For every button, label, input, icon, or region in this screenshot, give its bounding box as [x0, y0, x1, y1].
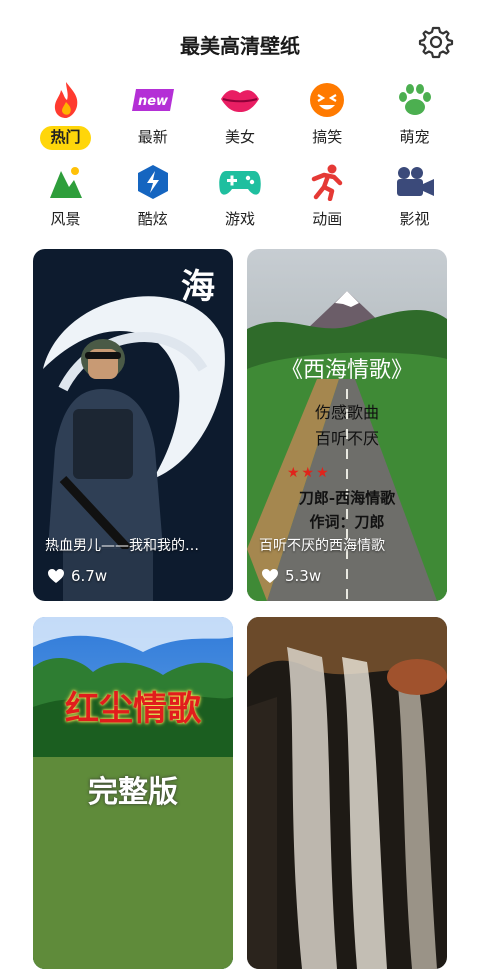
- category-funny[interactable]: 搞笑: [284, 80, 371, 162]
- category-label: 游戏: [224, 210, 255, 228]
- category-label: 热门: [40, 126, 91, 150]
- category-label: 动画: [312, 210, 343, 228]
- category-scenery[interactable]: 风景: [22, 162, 109, 244]
- wallpaper-card[interactable]: 《西海情歌》 伤感歌曲 百听不厌 ★★★ 刀郎-西海情歌 作词：刀郎 百听不厌的…: [247, 249, 447, 601]
- wallpaper-card[interactable]: 红尘情歌 完整版: [33, 617, 233, 969]
- gamepad-icon: [219, 171, 261, 195]
- category-beauty[interactable]: 美女: [197, 80, 284, 162]
- category-label: 酷炫: [137, 210, 168, 228]
- category-games[interactable]: 游戏: [197, 162, 284, 244]
- category-label: 影视: [399, 210, 430, 228]
- poster-line: 伤感歌曲: [314, 403, 379, 422]
- paw-icon: [398, 84, 431, 115]
- heart-icon: [262, 569, 278, 583]
- like-count-value: 6.7w: [71, 567, 108, 585]
- settings-button[interactable]: [418, 24, 454, 60]
- wallpaper-card[interactable]: 海 热血男儿——我和我的… 6.7w: [33, 249, 233, 601]
- badge-text: new: [138, 94, 169, 109]
- like-count: 5.3w: [261, 567, 321, 585]
- category-label: 萌宠: [399, 128, 430, 146]
- category-hot[interactable]: 热门: [22, 80, 109, 162]
- poster-title: 红尘情歌: [65, 689, 201, 729]
- flame-icon: [54, 82, 77, 118]
- wallpaper-image: [247, 617, 447, 969]
- poster-line: 刀郎-西海情歌: [298, 489, 396, 507]
- category-grid: 热门 new 最新 美女 搞笑 萌宠 风景 酷炫 游戏 动画 影视: [22, 80, 458, 244]
- category-film[interactable]: 影视: [371, 162, 458, 244]
- poster-text: 海: [181, 267, 215, 307]
- poster-line: 百听不厌: [314, 429, 379, 448]
- movie-camera-icon: [396, 167, 434, 196]
- poster-title: 《西海情歌》: [280, 358, 413, 383]
- like-count: 6.7w: [47, 567, 107, 585]
- category-label: 风景: [50, 210, 81, 228]
- lightning-icon: [137, 165, 168, 199]
- decorative-stars: ★★★: [287, 465, 331, 481]
- landscape-icon: [49, 167, 82, 198]
- category-cool[interactable]: 酷炫: [109, 162, 196, 244]
- category-new[interactable]: new 最新: [109, 80, 196, 162]
- laughing-face-icon: [310, 83, 345, 117]
- wallpaper-card[interactable]: [247, 617, 447, 969]
- running-person-icon: [312, 164, 343, 201]
- category-animation[interactable]: 动画: [284, 162, 371, 244]
- gear-icon: [418, 26, 454, 59]
- category-label: 美女: [224, 128, 255, 146]
- poster-line: 作词：刀郎: [309, 513, 385, 531]
- poster-subtitle: 完整版: [88, 775, 178, 810]
- new-badge-icon: new: [131, 89, 174, 111]
- card-caption: 百听不厌的西海情歌: [259, 538, 385, 554]
- category-label: 搞笑: [312, 128, 343, 146]
- like-count-value: 5.3w: [285, 567, 322, 585]
- category-label: 最新: [137, 128, 168, 146]
- heart-icon: [48, 569, 64, 583]
- header: 最美高清壁纸: [0, 0, 480, 86]
- category-pets[interactable]: 萌宠: [371, 80, 458, 162]
- card-caption: 热血男儿——我和我的…: [45, 538, 199, 554]
- app-title: 最美高清壁纸: [180, 34, 300, 58]
- lips-icon: [221, 90, 259, 112]
